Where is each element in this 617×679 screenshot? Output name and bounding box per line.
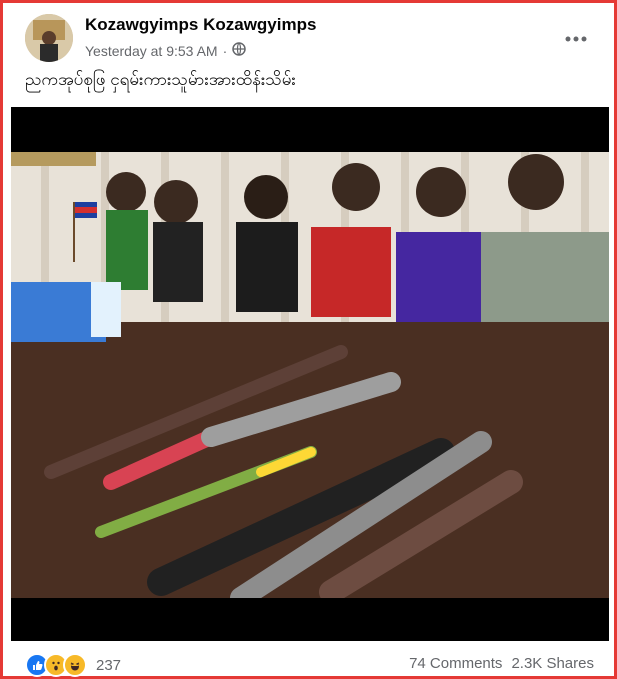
globe-icon[interactable]	[232, 42, 246, 59]
post-header: Kozawgyimps Kozawgyimps Yesterday at 9:5…	[25, 11, 614, 62]
avatar[interactable]	[25, 14, 73, 62]
post-image[interactable]	[11, 107, 609, 641]
shares-count[interactable]: 2.3K Shares	[511, 655, 594, 672]
author-name[interactable]: Kozawgyimps Kozawgyimps	[85, 15, 316, 35]
reaction-count: 237	[96, 656, 122, 674]
meta-separator: ·	[222, 42, 228, 59]
post-card: Kozawgyimps Kozawgyimps Yesterday at 9:5…	[0, 0, 617, 679]
post-footer: 237 74 Comments 2.3K Shares	[25, 653, 594, 679]
post-caption: ညကအုပ်စုဖြ ငှရမ်းကားသူမ်ားအားထိန်းသိမ်း	[25, 70, 296, 89]
timestamp[interactable]: Yesterday at 9:53 AM	[85, 43, 218, 59]
photo-content	[11, 152, 609, 598]
more-options-icon[interactable]	[564, 23, 588, 49]
reactions-summary[interactable]: 237	[25, 653, 121, 677]
haha-icon	[63, 653, 87, 677]
comments-count[interactable]: 74 Comments	[409, 655, 502, 672]
post-meta: Yesterday at 9:53 AM ·	[85, 42, 246, 59]
engagement-stats: 74 Comments 2.3K Shares	[409, 655, 594, 672]
